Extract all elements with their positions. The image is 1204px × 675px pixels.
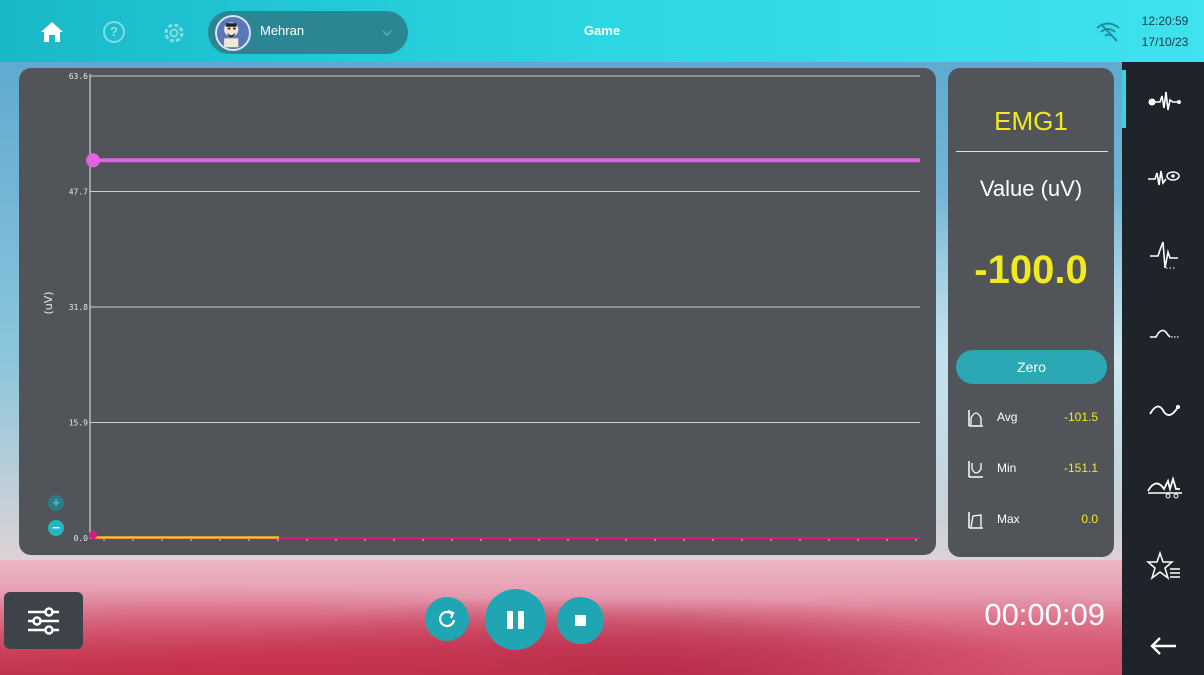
channel-stats-panel: EMG1 Value (uV) -100.0 Zero Avg -101.5 M…	[948, 68, 1114, 557]
pause-button[interactable]	[485, 589, 546, 650]
min-icon	[968, 461, 983, 478]
clock-time: 12:20:59	[1141, 14, 1189, 28]
stat-row-avg: Avg -101.5	[948, 406, 1114, 430]
stat-label: Min	[997, 461, 1017, 475]
stat-row-min: Min -151.1	[948, 457, 1114, 481]
zero-button[interactable]: Zero	[956, 350, 1107, 384]
stat-value: 0.0	[1081, 512, 1098, 526]
clock-date: 17/10/23	[1141, 35, 1189, 49]
divider	[956, 151, 1108, 152]
user-selector[interactable]: Mehran	[208, 11, 408, 54]
y-axis-label: (uV)	[42, 291, 55, 314]
signal-game-icon[interactable]	[1142, 84, 1186, 120]
stat-label: Avg	[997, 410, 1018, 424]
session-timer: 00:00:09	[984, 597, 1105, 632]
y-tick-label: 15.9	[69, 419, 88, 428]
favorites-list-icon[interactable]	[1142, 549, 1186, 585]
signal-view-icon[interactable]	[1142, 161, 1186, 197]
envelope-signal-icon[interactable]	[1142, 315, 1186, 351]
restart-icon	[439, 609, 456, 627]
pause-icon	[507, 611, 524, 629]
channel-name: EMG1	[994, 106, 1068, 136]
top-bar: ? Mehran Game 12:20:59 17/10/23	[0, 0, 1204, 62]
stat-label: Max	[997, 512, 1020, 526]
current-value: -100.0	[974, 248, 1088, 292]
stat-value: -101.5	[1063, 410, 1098, 424]
avatar	[215, 15, 251, 51]
home-icon[interactable]	[38, 20, 66, 44]
clock: 12:20:59 17/10/23	[1135, 11, 1195, 53]
series-marker	[89, 531, 97, 539]
user-name: Mehran	[260, 23, 305, 38]
max-icon	[968, 512, 983, 529]
y-tick-label: 0.0	[74, 534, 89, 543]
value-label: Value (uV)	[979, 176, 1083, 201]
series-marker	[86, 153, 100, 168]
restart-button[interactable]	[425, 597, 469, 641]
mode-sidebar	[1122, 62, 1204, 675]
y-tick-label: 47.7	[69, 188, 88, 197]
back-arrow-icon[interactable]	[1142, 628, 1186, 664]
stop-button[interactable]	[557, 597, 604, 644]
threshold-signal-icon[interactable]	[1142, 469, 1186, 505]
avg-icon	[968, 410, 983, 427]
stat-value: -151.1	[1063, 461, 1098, 475]
chart-canvas: 63.6 47.7 31.8 15.9 0.0 (uV)	[42, 72, 920, 543]
zoom-out-button[interactable]: −	[48, 520, 64, 536]
active-indicator	[1122, 70, 1126, 128]
sliders-icon	[28, 607, 59, 635]
raw-signal-icon[interactable]	[1142, 238, 1186, 274]
wifi-off-icon	[1096, 22, 1120, 42]
help-icon[interactable]: ?	[103, 21, 125, 43]
zoom-in-button[interactable]: +	[48, 495, 64, 511]
stat-row-max: Max 0.0	[948, 508, 1114, 532]
chevron-down-icon	[382, 30, 392, 37]
gear-icon[interactable]	[161, 20, 187, 46]
y-tick-label: 31.8	[69, 303, 88, 312]
filter-settings-button[interactable]	[4, 592, 83, 649]
y-tick-label: 63.6	[69, 72, 88, 81]
stop-icon	[575, 615, 586, 626]
smooth-signal-icon[interactable]	[1142, 392, 1186, 428]
signal-chart: 63.6 47.7 31.8 15.9 0.0 (uV) + −	[19, 68, 936, 555]
